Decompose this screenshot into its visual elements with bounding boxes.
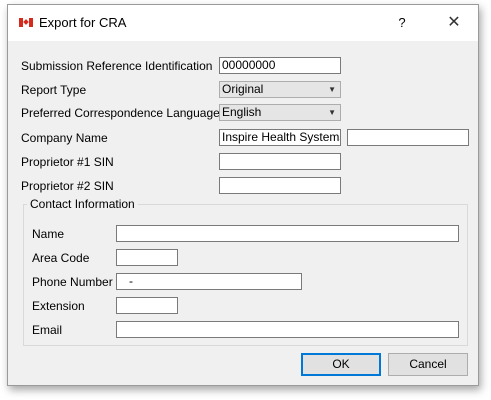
proprietor2-sin-input[interactable] xyxy=(219,177,341,194)
area-code-input[interactable] xyxy=(116,249,178,266)
submission-ref-input[interactable]: 00000000 xyxy=(219,57,341,74)
cancel-button[interactable]: Cancel xyxy=(388,353,468,376)
company-name-label: Company Name xyxy=(21,131,108,145)
contact-name-label: Name xyxy=(32,227,65,241)
export-dialog: Export for CRA ? ✕ Submission Reference … xyxy=(7,4,479,386)
contact-info-title: Contact Information xyxy=(27,197,138,211)
dialog-title: Export for CRA xyxy=(39,15,127,30)
language-select[interactable]: English ▼ xyxy=(219,104,341,121)
proprietor2-label: Proprietor #2 SIN xyxy=(21,179,114,193)
dialog-body: Submission Reference Identification 0000… xyxy=(8,41,478,385)
ok-button[interactable]: OK xyxy=(301,353,381,376)
extension-label: Extension xyxy=(32,299,85,313)
area-code-label: Area Code xyxy=(32,251,90,265)
phone-number-input[interactable]: - xyxy=(116,273,302,290)
company-name-input-2[interactable] xyxy=(347,129,469,146)
chevron-down-icon: ▼ xyxy=(328,108,336,117)
help-button[interactable]: ? xyxy=(394,14,410,32)
title-bar: Export for CRA ? ✕ xyxy=(8,5,478,41)
language-label: Preferred Correspondence Language xyxy=(21,106,220,120)
close-icon[interactable]: ✕ xyxy=(445,14,463,32)
contact-name-input[interactable] xyxy=(116,225,459,242)
language-value: English xyxy=(222,105,262,119)
phone-number-label: Phone Number xyxy=(32,275,113,289)
extension-input[interactable] xyxy=(116,297,178,314)
email-label: Email xyxy=(32,323,63,337)
email-input[interactable] xyxy=(116,321,459,338)
submission-ref-label: Submission Reference Identification xyxy=(21,59,213,73)
report-type-value: Original xyxy=(222,82,264,96)
proprietor1-label: Proprietor #1 SIN xyxy=(21,155,114,169)
company-name-input[interactable]: Inspire Health Systems xyxy=(219,129,341,146)
report-type-label: Report Type xyxy=(21,83,87,97)
report-type-select[interactable]: Original ▼ xyxy=(219,81,341,98)
proprietor1-sin-input[interactable] xyxy=(219,153,341,170)
chevron-down-icon: ▼ xyxy=(328,85,336,94)
canada-flag-icon xyxy=(19,18,33,27)
